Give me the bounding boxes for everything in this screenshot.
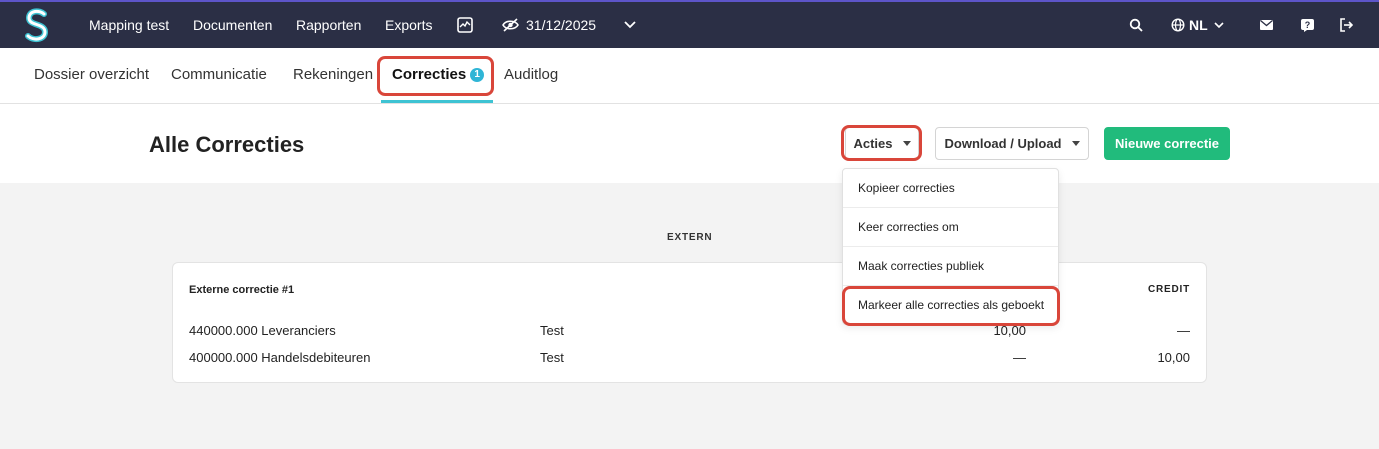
card-title: Externe correctie #1: [189, 284, 295, 296]
tab-dossier-overzicht[interactable]: Dossier overzicht: [34, 48, 149, 103]
chevron-down-icon: [1214, 21, 1224, 29]
period-date[interactable]: 31/12/2025: [526, 2, 596, 48]
section-label-extern: EXTERN: [667, 232, 713, 243]
search-icon[interactable]: [1129, 2, 1143, 48]
menu-item-markeer-geboekt[interactable]: Markeer alle correcties als geboekt: [843, 286, 1058, 325]
caret-down-icon: [902, 141, 911, 146]
table-row: 400000.000 Handelsdebiteuren Test — 10,0…: [173, 350, 1206, 370]
account-cell: 400000.000 Handelsdebiteuren: [189, 350, 371, 365]
language-selector[interactable]: NL: [1171, 2, 1224, 48]
chevron-down-icon[interactable]: [624, 2, 636, 48]
tab-rekeningen[interactable]: Rekeningen: [293, 48, 373, 103]
app-logo[interactable]: [22, 7, 52, 43]
acties-button[interactable]: Acties: [845, 127, 919, 160]
svg-text:?: ?: [1305, 20, 1311, 30]
globe-icon: [1171, 18, 1185, 32]
top-navbar: Mapping test Documenten Rapporten Export…: [0, 0, 1379, 48]
chart-icon[interactable]: [457, 2, 473, 48]
nav-documenten[interactable]: Documenten: [193, 2, 272, 48]
credit-cell: —: [1177, 323, 1190, 338]
credit-cell: 10,00: [1157, 350, 1190, 365]
mail-icon[interactable]: [1260, 2, 1273, 48]
eye-off-icon[interactable]: [502, 2, 519, 48]
credit-column-header: CREDIT: [1147, 284, 1190, 295]
acties-dropdown-menu: Kopieer correcties Keer correcties om Ma…: [842, 168, 1059, 325]
tab-bar: Dossier overzicht Communicatie Rekeninge…: [0, 48, 1379, 104]
debit-cell: 10,00: [993, 323, 1026, 338]
help-icon[interactable]: ?: [1301, 2, 1314, 48]
new-correction-button[interactable]: Nieuwe correctie: [1104, 127, 1230, 160]
count-badge: 1: [470, 68, 485, 82]
menu-item-kopieer[interactable]: Kopieer correcties: [843, 169, 1058, 208]
tab-correcties[interactable]: Correcties 1: [381, 48, 493, 103]
description-cell: Test: [540, 323, 564, 338]
caret-down-icon: [1071, 141, 1080, 146]
table-row: 440000.000 Leveranciers Test 10,00 —: [173, 323, 1206, 343]
menu-item-maak-publiek[interactable]: Maak correcties publiek: [843, 247, 1058, 286]
download-upload-button[interactable]: Download / Upload: [935, 127, 1089, 160]
tab-auditlog[interactable]: Auditlog: [504, 48, 558, 103]
menu-item-keer-om[interactable]: Keer correcties om: [843, 208, 1058, 247]
nav-exports[interactable]: Exports: [385, 2, 432, 48]
description-cell: Test: [540, 350, 564, 365]
page-title: Alle Correcties: [149, 132, 305, 157]
debit-cell: —: [1013, 350, 1026, 365]
account-cell: 440000.000 Leveranciers: [189, 323, 336, 338]
nav-rapporten[interactable]: Rapporten: [296, 2, 361, 48]
page-header: Alle Correcties Acties Download / Upload…: [0, 104, 1379, 183]
nav-mapping-test[interactable]: Mapping test: [89, 2, 169, 48]
tab-communicatie[interactable]: Communicatie: [171, 48, 267, 103]
language-label: NL: [1189, 17, 1208, 33]
logout-icon[interactable]: [1339, 2, 1353, 48]
